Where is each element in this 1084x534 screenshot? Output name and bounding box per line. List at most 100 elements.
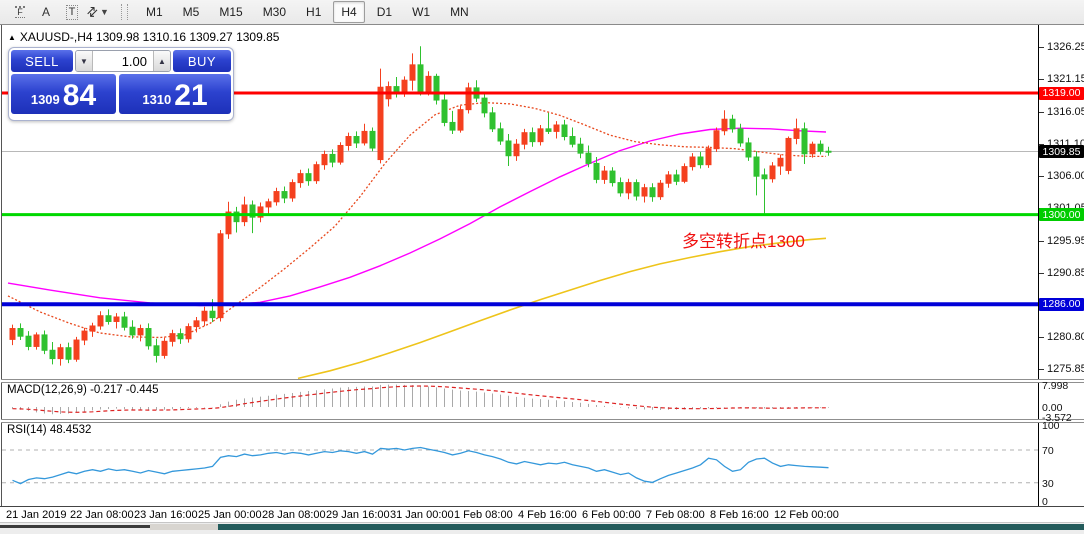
candle-body xyxy=(609,170,616,184)
candle-body xyxy=(105,315,112,322)
fibonacci-tool-icon[interactable]: F xyxy=(8,1,32,23)
candle-body xyxy=(193,320,200,328)
date-label: 25 Jan 00:00 xyxy=(198,509,262,521)
timeframe-button-w1[interactable]: W1 xyxy=(404,1,438,23)
candle-body xyxy=(745,142,752,158)
candle-body xyxy=(41,334,48,351)
candle-body xyxy=(425,75,432,93)
scrollbar-track xyxy=(150,524,218,530)
price-tick-label: 1306.00 xyxy=(1047,170,1084,183)
mt4-app: F A T ⇄ ▼ M1 M5 M15 M30 H1 H4 D1 W1 MN ▲ XAUUSD-,H4 1… xyxy=(0,0,1084,534)
candle-body xyxy=(49,349,56,360)
date-label: 8 Feb 16:00 xyxy=(710,509,769,521)
timeframe-button-mn[interactable]: MN xyxy=(442,1,477,23)
candle-body xyxy=(545,128,552,132)
candle-body xyxy=(577,143,584,154)
chart-title-text: XAUUSD-,H4 1309.98 1310.16 1309.27 1309.… xyxy=(19,30,280,44)
time-axis[interactable]: 21 Jan 2019 22 Jan 08:00 23 Jan 16:00 25 Ja… xyxy=(0,507,1084,522)
rsi-panel-divider[interactable] xyxy=(1,419,1084,423)
price-badge: 1309.85 xyxy=(1039,145,1084,159)
price-badge: 1300.00 xyxy=(1039,208,1084,222)
scrollbar-thumb[interactable] xyxy=(218,524,1084,530)
candle-body xyxy=(177,333,184,340)
candle-body xyxy=(553,124,560,132)
candle-body xyxy=(353,136,360,144)
timeframe-button-m5[interactable]: M5 xyxy=(175,1,208,23)
ask-price-pips: 21 xyxy=(174,79,208,112)
candle-body xyxy=(17,328,24,337)
date-label: 28 Jan 08:00 xyxy=(262,509,326,521)
candle-body xyxy=(825,150,832,153)
date-label: 1 Feb 08:00 xyxy=(454,509,513,521)
date-label: 4 Feb 16:00 xyxy=(518,509,577,521)
one-click-trading-panel: SELL ▼ 1.00 ▲ BUY 1309 84 1310 21 xyxy=(8,47,234,121)
timeframe-button-m15[interactable]: M15 xyxy=(211,1,250,23)
volume-input[interactable]: 1.00 xyxy=(93,51,153,71)
text-tool-glyph: A xyxy=(41,5,50,19)
candle-body xyxy=(145,328,152,347)
candle-body xyxy=(657,182,664,198)
candle-body xyxy=(361,130,368,144)
date-label: 6 Feb 00:00 xyxy=(582,509,641,521)
window-edge-segment xyxy=(0,525,150,528)
timeframe-button-h1[interactable]: H1 xyxy=(298,1,329,23)
candle-body xyxy=(489,112,496,130)
volume-decrease-button[interactable]: ▼ xyxy=(76,51,93,71)
candle-body xyxy=(777,157,784,167)
crosshair-tool-glyph: ⇄ xyxy=(83,2,102,21)
candle-body xyxy=(185,326,192,340)
candle-body xyxy=(137,328,144,336)
tick-mark xyxy=(1039,240,1044,242)
candle-body xyxy=(809,143,816,155)
bid-price-pips: 84 xyxy=(62,79,97,112)
candle-body xyxy=(513,143,520,157)
price-tick-label: 1321.15 xyxy=(1047,73,1084,86)
candle-body xyxy=(153,345,160,356)
tick-mark xyxy=(1039,273,1044,275)
rsi-scale-label: 70 xyxy=(1042,445,1054,457)
buy-button[interactable]: BUY xyxy=(173,50,231,72)
candle-body xyxy=(801,128,808,155)
candle-body xyxy=(505,140,512,157)
candle-body xyxy=(9,328,16,340)
tick-mark xyxy=(1039,46,1044,48)
candle-body xyxy=(761,174,768,180)
macd-panel-divider[interactable] xyxy=(1,379,1084,383)
text-tool-icon[interactable]: A xyxy=(34,1,58,23)
rsi-scale-label: 30 xyxy=(1042,477,1054,490)
candle-body xyxy=(561,124,568,138)
rsi-indicator-label: RSI(14) 48.4532 xyxy=(7,424,92,436)
candle-body xyxy=(481,97,488,114)
rsi-line xyxy=(12,446,829,485)
tick-mark xyxy=(1039,176,1044,178)
candle-body xyxy=(329,153,336,163)
candle-body xyxy=(601,170,608,180)
candle-body xyxy=(665,174,672,184)
ask-price-box[interactable]: 1310 21 xyxy=(119,74,231,114)
crosshair-tool-icon[interactable]: ⇄ ▼ xyxy=(83,1,110,23)
chart-annotation-text: 多空转折点1300 xyxy=(682,232,805,251)
dropdown-caret-icon[interactable]: ▼ xyxy=(100,7,109,17)
bid-price-main: 1309 xyxy=(30,92,60,107)
sell-button[interactable]: SELL xyxy=(11,50,73,72)
timeframe-button-d1[interactable]: D1 xyxy=(369,1,400,23)
candle-body xyxy=(81,330,88,341)
volume-increase-button[interactable]: ▲ xyxy=(153,51,170,71)
date-label: 21 Jan 2019 xyxy=(6,509,67,521)
chart-title: ▲ XAUUSD-,H4 1309.98 1310.16 1309.27 130… xyxy=(8,30,279,44)
candle-body xyxy=(697,156,704,166)
candle-body xyxy=(457,109,464,131)
candle-body xyxy=(753,156,760,177)
candle-body xyxy=(593,162,600,180)
candle-body xyxy=(73,339,80,360)
candle-body xyxy=(25,335,32,347)
candle-body xyxy=(673,174,680,182)
timeframe-button-m1[interactable]: M1 xyxy=(138,1,171,23)
candle-body xyxy=(785,137,792,171)
date-label: 22 Jan 08:00 xyxy=(70,509,134,521)
bid-price-box[interactable]: 1309 84 xyxy=(11,74,116,114)
label-tool-icon[interactable]: T xyxy=(60,1,84,23)
timeframe-button-m30[interactable]: M30 xyxy=(255,1,294,23)
candle-body xyxy=(713,130,720,150)
timeframe-button-h4[interactable]: H4 xyxy=(333,1,365,23)
